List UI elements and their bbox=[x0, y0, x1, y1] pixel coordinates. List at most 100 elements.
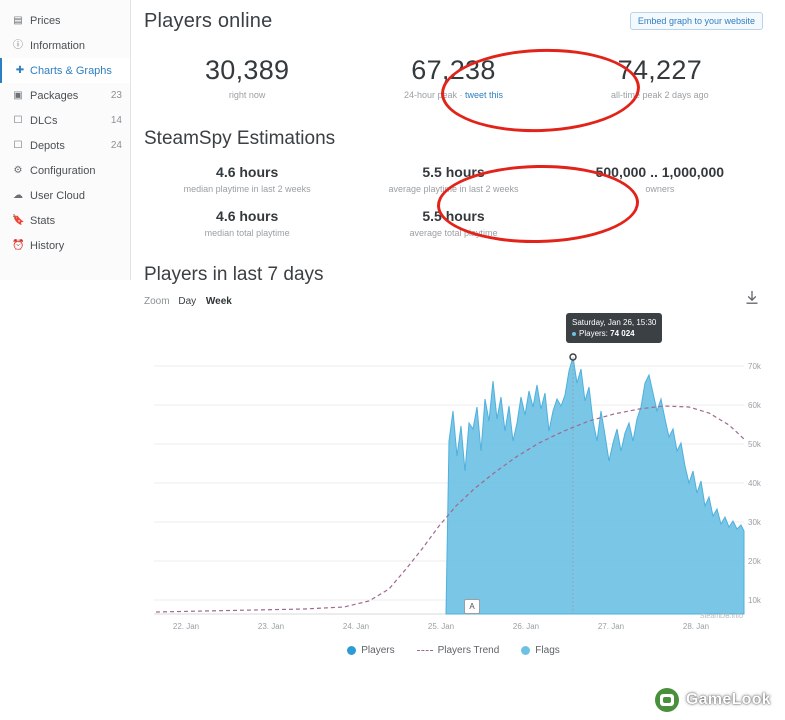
sidebar-item-depots[interactable]: ☐ Depots 24 bbox=[0, 133, 130, 158]
steamspy-label: average total playtime bbox=[409, 228, 498, 238]
steamspy-median-total-playtime: 4.6 hours median total playtime bbox=[144, 208, 350, 238]
steamspy-label: median total playtime bbox=[204, 228, 290, 238]
svg-text:20k: 20k bbox=[748, 557, 762, 566]
depot-icon: ☐ bbox=[13, 139, 23, 151]
legend-dash-icon bbox=[416, 650, 433, 651]
legend-label: Players bbox=[361, 645, 395, 656]
tooltip-series-dot-icon bbox=[572, 332, 576, 337]
steamspy-value: 5.5 hours bbox=[422, 208, 485, 224]
legend-dot-icon bbox=[521, 646, 531, 655]
gamelook-logo-icon bbox=[654, 688, 679, 712]
legend-dot-icon bbox=[347, 646, 357, 655]
sidebar-item-dlcs[interactable]: ☐ DLCs 14 bbox=[0, 108, 130, 133]
players-chart-panel: Players in last 7 days Zoom Day Week 70k… bbox=[144, 264, 763, 656]
zoom-label: Zoom bbox=[144, 296, 170, 307]
svg-text:28. Jan: 28. Jan bbox=[683, 622, 709, 631]
tooltip-series-label: Players: bbox=[579, 329, 608, 339]
sidebar-item-charts-graphs[interactable]: ✚ Charts & Graphs bbox=[0, 58, 130, 83]
svg-text:60k: 60k bbox=[748, 401, 762, 410]
svg-text:25. Jan: 25. Jan bbox=[428, 622, 454, 631]
stat-label: all-time peak 2 days ago bbox=[611, 90, 709, 100]
sidebar-item-label: Stats bbox=[30, 214, 56, 227]
chart-legend: Players Players Trend Flags bbox=[144, 645, 763, 656]
stat-label-separator: · bbox=[459, 90, 463, 100]
svg-text:70k: 70k bbox=[748, 362, 762, 371]
steamspy-median-playtime-2w: 4.6 hours median playtime in last 2 week… bbox=[144, 164, 350, 194]
stat-all-time-peak: 74,227 all-time peak 2 days ago bbox=[557, 55, 763, 100]
sidebar-item-label: Charts & Graphs bbox=[30, 64, 112, 77]
sidebar-item-label: User Cloud bbox=[30, 189, 86, 202]
players-online-stats: 30,389 right now 67,238 24-hour peak · t… bbox=[144, 55, 763, 100]
stat-24h-peak: 67,238 24-hour peak · tweet this bbox=[350, 55, 556, 100]
stat-label-text: 24-hour peak bbox=[403, 90, 457, 100]
cloud-icon: ☁ bbox=[13, 189, 23, 201]
legend-item-flags[interactable]: Flags bbox=[521, 645, 560, 656]
legend-label: Players Trend bbox=[437, 645, 500, 656]
steamspy-label: average playtime in last 2 weeks bbox=[388, 184, 519, 194]
steamspy-owners: 500,000 .. 1,000,000 owners bbox=[557, 164, 763, 194]
zoom-option-week[interactable]: Week bbox=[206, 296, 232, 307]
download-icon[interactable] bbox=[745, 290, 759, 306]
gear-icon: ⚙ bbox=[13, 164, 23, 176]
svg-text:50k: 50k bbox=[748, 440, 762, 449]
steamspy-label: median playtime in last 2 weeks bbox=[183, 184, 311, 194]
tag-icon: ▤ bbox=[13, 14, 23, 26]
zoom-option-day[interactable]: Day bbox=[178, 296, 196, 307]
tweet-this-link[interactable]: tweet this bbox=[465, 90, 503, 100]
embed-graph-button[interactable]: Embed graph to your website bbox=[629, 12, 763, 30]
sidebar-item-packages[interactable]: ▣ Packages 23 bbox=[0, 83, 130, 108]
chart-tooltip: Saturday, Jan 26, 15:30 Players: 74 024 bbox=[566, 313, 663, 344]
steamspy-row-2: 4.6 hours median total playtime 5.5 hour… bbox=[144, 208, 763, 238]
svg-text:24. Jan: 24. Jan bbox=[343, 622, 369, 631]
legend-item-players[interactable]: Players bbox=[347, 645, 395, 656]
sidebar-item-label: Information bbox=[30, 39, 86, 52]
info-icon: ⓘ bbox=[13, 39, 23, 51]
steamspy-value: 500,000 .. 1,000,000 bbox=[595, 164, 725, 180]
steamspy-row-1: 4.6 hours median playtime in last 2 week… bbox=[144, 164, 763, 194]
steamspy-value: 5.5 hours bbox=[422, 164, 485, 180]
chart-flag-a[interactable]: A bbox=[464, 599, 480, 614]
sidebar-item-count: 23 bbox=[110, 90, 122, 101]
watermark-text: GameLook bbox=[685, 691, 771, 708]
players-area-chart: 70k 60k 50k 40k 30k 20k 10k 22. Jan 23. … bbox=[154, 353, 762, 631]
players-area-series bbox=[445, 356, 745, 615]
watermark: GameLook bbox=[654, 688, 771, 712]
sidebar-item-label: Prices bbox=[30, 14, 61, 27]
chart-x-tick-labels: 22. Jan 23. Jan 24. Jan 25. Jan 26. Jan … bbox=[173, 622, 709, 631]
sidebar: ▤ Prices ⓘ Information ✚ Charts & Graphs… bbox=[0, 0, 131, 280]
chart-zoom-controls: Zoom Day Week bbox=[144, 296, 763, 307]
steamspy-spacer bbox=[557, 208, 763, 238]
sidebar-item-count: 24 bbox=[110, 140, 122, 151]
clock-icon: ⏰ bbox=[12, 239, 25, 251]
chart-credit: SteamDB.info bbox=[699, 613, 743, 620]
stat-label: 24-hour peak · tweet this bbox=[350, 90, 556, 100]
legend-item-players-trend[interactable]: Players Trend bbox=[416, 645, 500, 656]
svg-text:30k: 30k bbox=[748, 518, 762, 527]
sidebar-item-label: Configuration bbox=[30, 164, 96, 177]
sidebar-item-label: Packages bbox=[30, 89, 79, 102]
chart-plot-area[interactable]: 70k 60k 50k 40k 30k 20k 10k 22. Jan 23. … bbox=[144, 311, 763, 641]
sidebar-item-information[interactable]: ⓘ Information bbox=[0, 33, 130, 58]
sidebar-item-configuration[interactable]: ⚙ Configuration bbox=[0, 158, 130, 183]
sidebar-item-user-cloud[interactable]: ☁ User Cloud bbox=[0, 183, 130, 208]
main-content: Players online Embed graph to your websi… bbox=[131, 0, 785, 720]
svg-text:40k: 40k bbox=[748, 479, 762, 488]
chart-title: Players in last 7 days bbox=[144, 264, 324, 285]
steamspy-title: SteamSpy Estimations bbox=[144, 128, 336, 149]
sidebar-item-history[interactable]: ⏰ History bbox=[0, 233, 130, 258]
stat-label: right now bbox=[228, 90, 266, 100]
svg-text:22. Jan: 22. Jan bbox=[173, 622, 199, 631]
sidebar-item-label: DLCs bbox=[30, 114, 58, 127]
sidebar-item-stats[interactable]: 🔖 Stats bbox=[0, 208, 130, 233]
tooltip-value: 74 024 bbox=[610, 329, 635, 339]
app-root: ▤ Prices ⓘ Information ✚ Charts & Graphs… bbox=[0, 0, 785, 720]
legend-label: Flags bbox=[535, 645, 560, 656]
sidebar-item-count: 14 bbox=[110, 115, 122, 126]
steamspy-average-playtime-2w: 5.5 hours average playtime in last 2 wee… bbox=[350, 164, 556, 194]
bookmark-icon: 🔖 bbox=[12, 214, 25, 226]
stat-value: 30,389 bbox=[204, 55, 290, 85]
sidebar-item-prices[interactable]: ▤ Prices bbox=[0, 8, 130, 33]
svg-text:26. Jan: 26. Jan bbox=[513, 622, 539, 631]
steamspy-label: owners bbox=[645, 184, 675, 194]
steamspy-value: 4.6 hours bbox=[216, 164, 279, 180]
